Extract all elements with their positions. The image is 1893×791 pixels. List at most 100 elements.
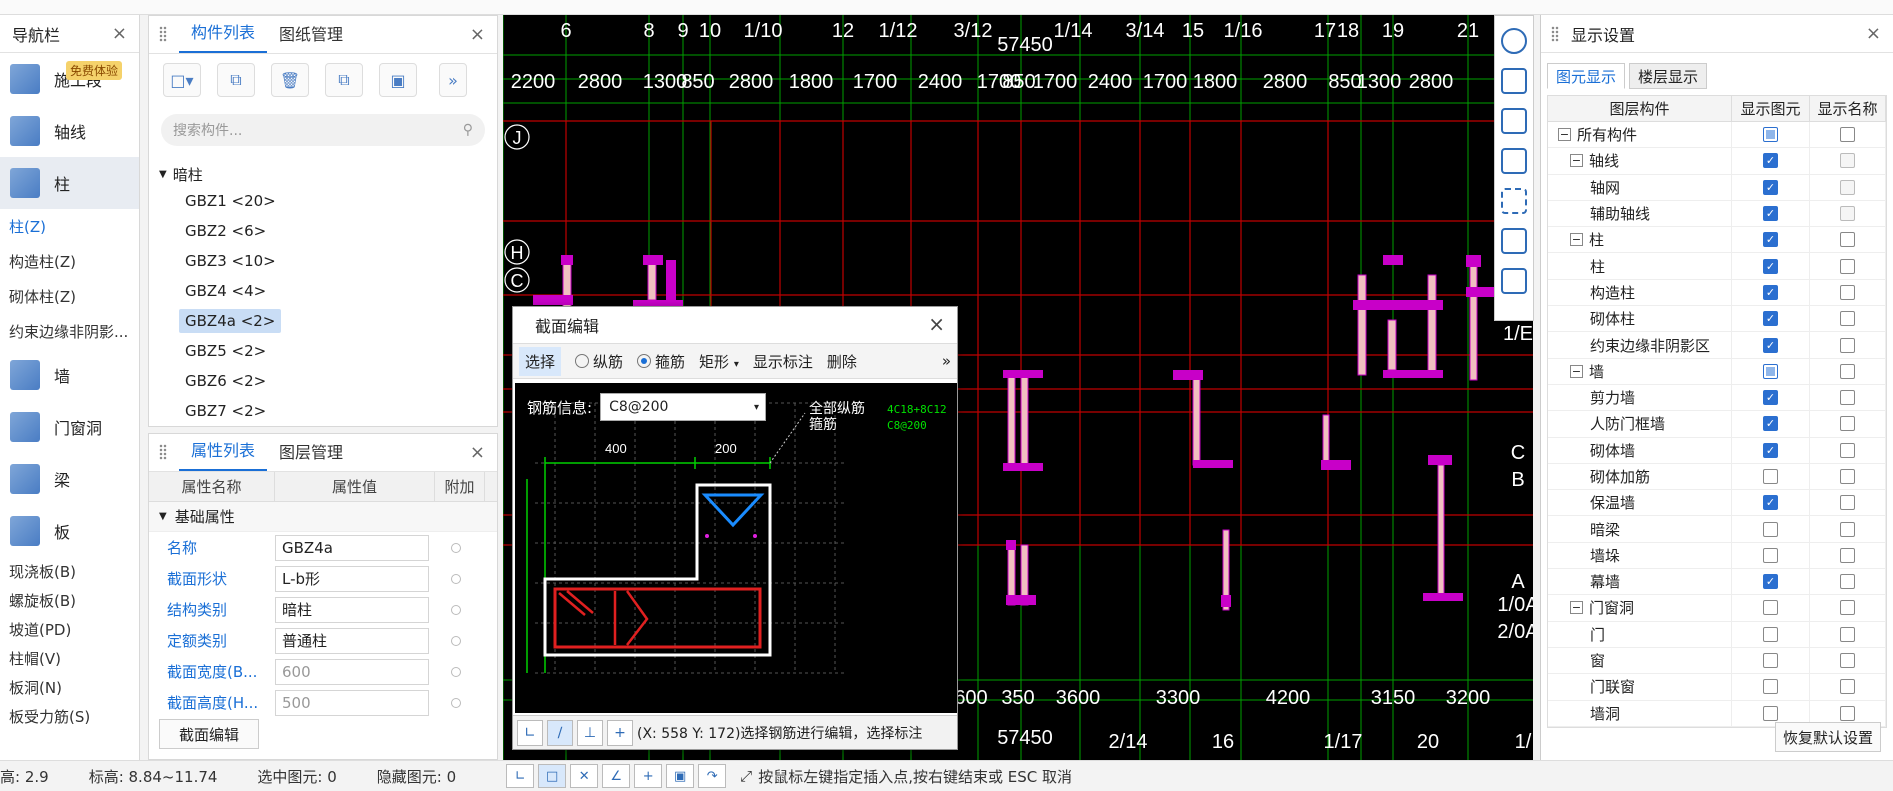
nav-sub-item[interactable]: 板受力筋(S) (0, 702, 139, 731)
curve-icon[interactable]: ↷ (698, 764, 727, 788)
show-element-checkbox[interactable] (1763, 653, 1778, 669)
extra-radio-icon[interactable] (451, 604, 461, 615)
show-label-button[interactable]: 显示标注 (753, 351, 813, 372)
tree-item[interactable]: GBZ3 <10> (159, 246, 497, 276)
show-name-checkbox[interactable] (1840, 469, 1855, 484)
nav-sub-item[interactable]: 构造柱(Z) (0, 244, 139, 279)
show-name-checkbox[interactable] (1840, 495, 1855, 511)
show-name-checkbox[interactable] (1840, 574, 1855, 590)
property-value-field[interactable]: 600 (275, 658, 429, 685)
show-element-checkbox[interactable] (1763, 363, 1778, 379)
layer-row[interactable]: 轴网 ✓ (1548, 174, 1886, 201)
cube-view-icon[interactable] (1501, 108, 1527, 134)
show-name-checkbox[interactable] (1840, 416, 1855, 432)
collapse-toggle-icon[interactable]: − (1570, 601, 1583, 615)
extra-radio-icon[interactable] (451, 666, 461, 677)
show-name-checkbox[interactable] (1840, 311, 1855, 327)
record-icon[interactable]: ▣ (666, 764, 695, 788)
show-name-checkbox[interactable] (1840, 284, 1855, 300)
tree-group[interactable]: ▼ 暗柱 (159, 162, 497, 186)
new-component-button[interactable]: □▾ (163, 63, 201, 97)
show-name-checkbox[interactable] (1840, 390, 1855, 406)
cube-solid-icon[interactable] (1501, 148, 1527, 174)
tab-layer-management[interactable]: 图层管理 (267, 439, 355, 471)
extra-radio-icon[interactable] (451, 635, 461, 646)
nav-item[interactable]: 施工段 免费体验 (0, 53, 139, 105)
tree-item[interactable]: GBZ1 <20> (159, 186, 497, 216)
drag-grip-icon[interactable] (159, 444, 167, 460)
property-value-field[interactable]: GBZ4a (275, 534, 429, 561)
layer-row[interactable]: − 门窗洞 (1548, 595, 1886, 622)
show-name-checkbox[interactable] (1840, 206, 1855, 222)
property-value-field[interactable]: 暗柱 (275, 596, 429, 623)
nav-sub-item[interactable]: 坡道(PD) (0, 615, 139, 644)
nav-item[interactable]: 墙 (0, 349, 139, 401)
drag-grip-icon[interactable] (159, 26, 167, 42)
close-icon[interactable]: × (928, 312, 945, 336)
nav-item[interactable]: 梁 (0, 453, 139, 505)
collapse-arrow-icon[interactable]: ▼ (159, 169, 167, 180)
show-name-checkbox[interactable] (1840, 705, 1855, 721)
show-element-checkbox[interactable]: ✓ (1763, 442, 1778, 458)
drag-grip-icon[interactable] (1551, 26, 1559, 42)
layer-row[interactable]: 剪力墙 ✓ (1548, 384, 1886, 412)
show-element-checkbox[interactable]: ✓ (1763, 390, 1778, 406)
angle-icon[interactable]: ∠ (602, 764, 631, 788)
tree-item[interactable]: GBZ4 <4> (159, 276, 497, 306)
section-drawing-area[interactable]: 400 200 全部纵筋 箍筋 4C18+8C12 C8@200 钢筋信息: C… (515, 383, 957, 713)
ortho-icon[interactable]: ∟ (506, 764, 535, 788)
property-value-field[interactable]: L-b形 (275, 565, 429, 592)
show-element-checkbox[interactable] (1763, 127, 1778, 143)
copy-to-floor-button[interactable]: ⧉ (325, 63, 363, 97)
nav-sub-item[interactable]: 板洞(N) (0, 673, 139, 702)
nav-item[interactable]: 柱 (0, 157, 139, 209)
layer-row[interactable]: 砌体柱 ✓ (1548, 306, 1886, 333)
layer-row[interactable]: 辅助轴线 ✓ (1548, 200, 1886, 228)
collapse-toggle-icon[interactable]: − (1570, 154, 1583, 168)
dialog-title-bar[interactable]: 截面编辑 × (513, 307, 957, 343)
tree-item[interactable]: GBZ7 <2> (159, 396, 497, 426)
nav-item[interactable]: 板 (0, 505, 139, 557)
property-value-field[interactable]: 普通柱 (275, 627, 429, 654)
show-element-checkbox[interactable]: ✓ (1763, 574, 1778, 590)
rebar-info-select[interactable]: C8@200 ▾ (600, 393, 767, 421)
offset-icon[interactable]: + (634, 764, 663, 788)
collapse-toggle-icon[interactable]: − (1570, 364, 1583, 378)
shape-dropdown[interactable]: 矩形 ▾ (699, 351, 739, 372)
layer-row[interactable]: − 墙 (1548, 358, 1886, 385)
show-name-checkbox[interactable] (1840, 521, 1855, 537)
show-name-checkbox[interactable] (1840, 179, 1855, 195)
property-value-field[interactable]: 500 (275, 689, 429, 716)
layer-row[interactable]: 幕墙 ✓ (1548, 569, 1886, 596)
show-element-checkbox[interactable]: ✓ (1763, 495, 1778, 511)
close-icon[interactable]: × (470, 24, 485, 45)
show-name-checkbox[interactable] (1840, 442, 1855, 458)
layer-row[interactable]: 构造柱 ✓ (1548, 279, 1886, 307)
snap-box-icon[interactable]: □ (538, 764, 567, 788)
layer-view-icon[interactable] (1501, 228, 1527, 254)
tab-element-display[interactable]: 图元显示 (1547, 63, 1626, 89)
tree-item[interactable]: GBZ5 <2> (159, 336, 497, 366)
nav-sub-item[interactable]: 砌体柱(Z) (0, 279, 139, 314)
delete-button[interactable]: 删除 (827, 351, 857, 372)
tab-property-list[interactable]: 属性列表 (179, 437, 268, 471)
show-name-checkbox[interactable] (1840, 547, 1855, 563)
show-element-checkbox[interactable]: ✓ (1763, 232, 1778, 248)
nav-item[interactable]: 轴线 (0, 105, 139, 157)
show-element-checkbox[interactable] (1763, 626, 1778, 642)
tab-floor-display[interactable]: 楼层显示 (1629, 63, 1708, 89)
extra-radio-icon[interactable] (451, 697, 461, 708)
more-icon[interactable]: » (942, 352, 951, 370)
close-icon[interactable]: × (470, 442, 485, 463)
nav-sub-item[interactable]: 柱帽(V) (0, 644, 139, 673)
tree-item[interactable]: GBZ2 <6> (159, 216, 497, 246)
select-tool-button[interactable]: 选择 (519, 346, 562, 376)
show-element-checkbox[interactable]: ✓ (1763, 284, 1778, 300)
tree-item[interactable]: GBZ4a <2> (159, 306, 497, 336)
layer-row[interactable]: 墙垛 (1548, 542, 1886, 570)
show-name-checkbox[interactable] (1840, 653, 1855, 669)
restore-default-button[interactable]: 恢复默认设置 (1775, 722, 1881, 752)
show-element-checkbox[interactable]: ✓ (1763, 153, 1778, 169)
show-element-checkbox[interactable]: ✓ (1763, 337, 1778, 353)
layer-row[interactable]: 窗 (1548, 647, 1886, 675)
